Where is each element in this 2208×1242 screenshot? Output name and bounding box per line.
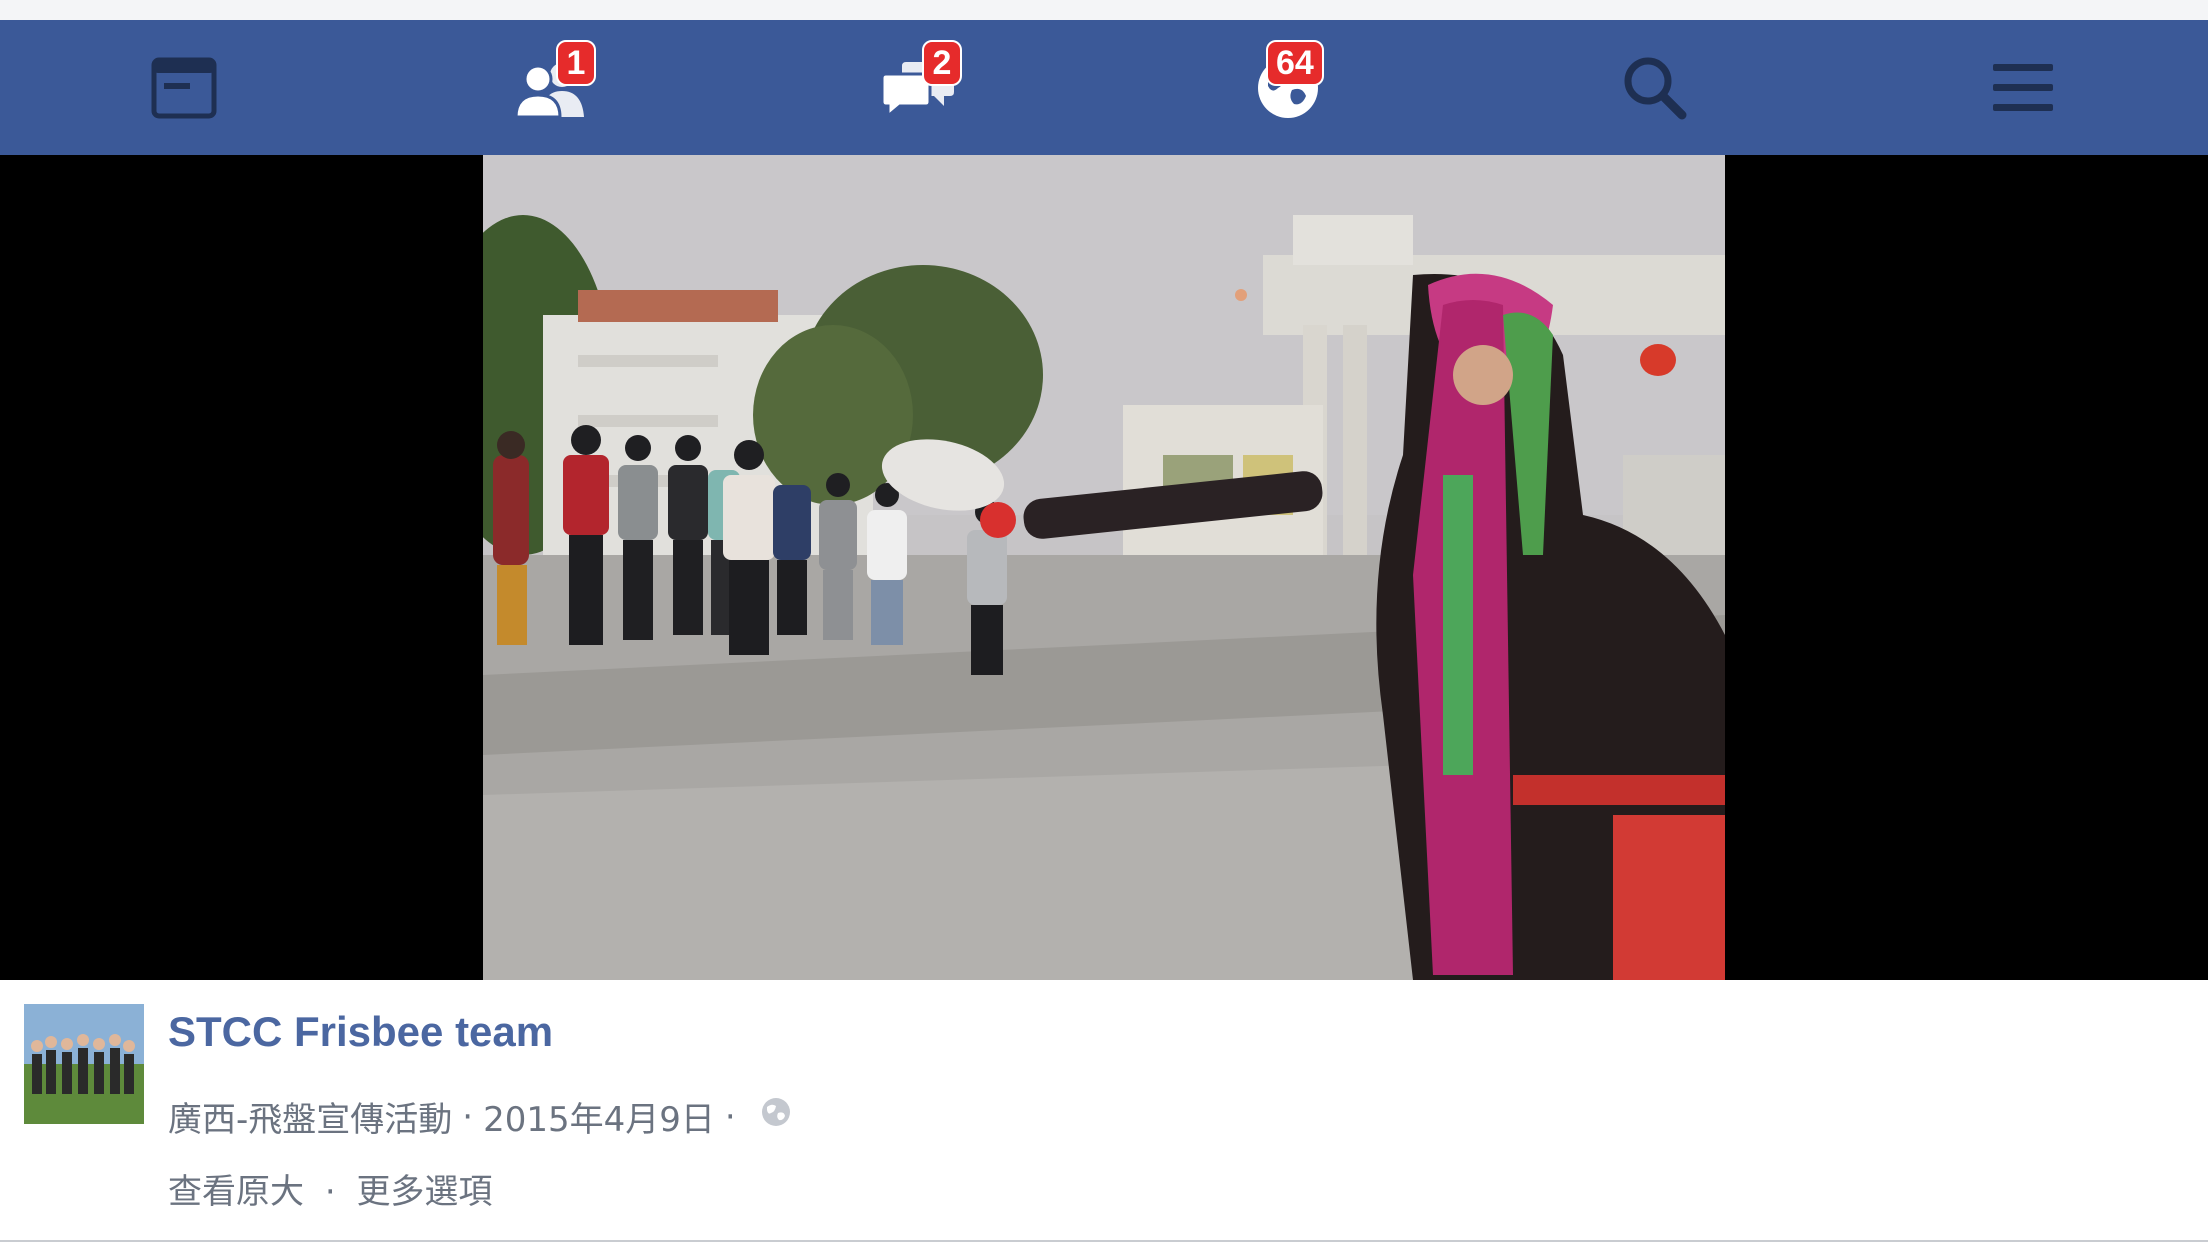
status-bar [0, 0, 2208, 20]
separator: · [324, 1172, 336, 1212]
friend-requests-button[interactable]: 1 [452, 20, 652, 155]
notifications-button[interactable]: 64 [1188, 20, 1388, 155]
news-feed-icon [151, 57, 217, 119]
separator: · [462, 1096, 474, 1137]
search-icon [1622, 55, 1688, 121]
notifications-badge: 64 [1266, 40, 1324, 86]
avatar[interactable] [24, 1004, 144, 1124]
menu-icon [1991, 60, 2055, 116]
menu-button[interactable] [1923, 20, 2123, 155]
post-actions: 查看原大 · 更多選項 [168, 1164, 492, 1213]
separator: · [724, 1096, 736, 1137]
friend-requests-badge: 1 [556, 40, 596, 86]
search-button[interactable] [1555, 20, 1755, 155]
post-photo[interactable] [483, 155, 1725, 980]
news-feed-button[interactable] [84, 20, 284, 155]
messages-badge: 2 [922, 40, 962, 86]
top-navigation-bar: 1 2 64 [0, 20, 2208, 155]
messages-button[interactable]: 2 [818, 20, 1018, 155]
post-meta: 廣西-飛盤宣傳活動 · 2015年4月9日 · [168, 1092, 792, 1141]
more-options-link[interactable]: 更多選項 [356, 1172, 492, 1212]
post-date[interactable]: 2015年4月9日 [483, 1092, 715, 1141]
privacy-globe-icon [760, 1096, 792, 1137]
page-name-link[interactable]: STCC Frisbee team [168, 1008, 553, 1056]
photo-viewer[interactable] [0, 155, 2208, 980]
post-info: STCC Frisbee team 廣西-飛盤宣傳活動 · 2015年4月9日 … [0, 980, 2208, 1242]
album-link[interactable]: 廣西-飛盤宣傳活動 [168, 1092, 452, 1141]
view-full-size-link[interactable]: 查看原大 [168, 1172, 304, 1212]
